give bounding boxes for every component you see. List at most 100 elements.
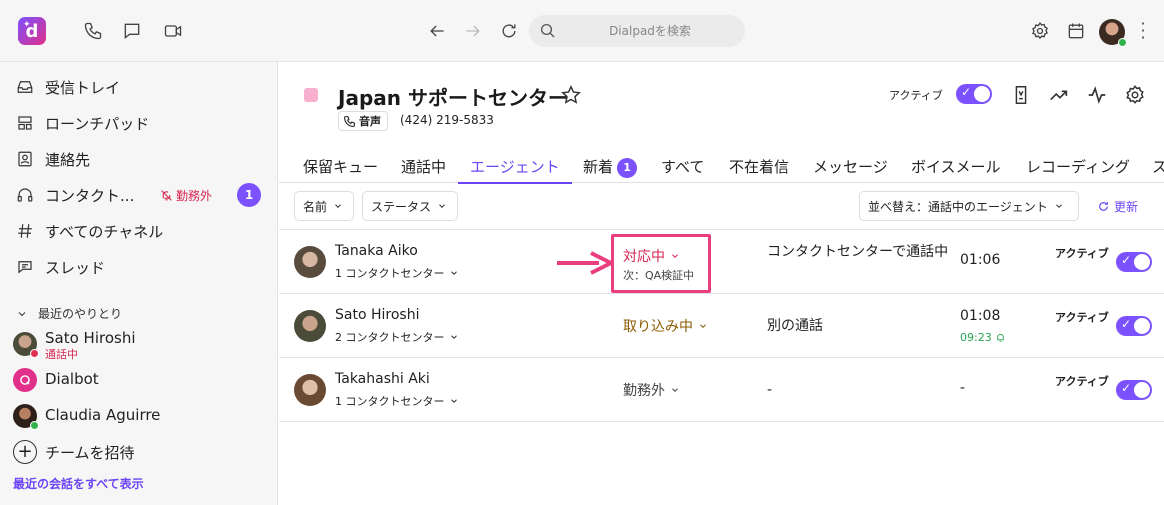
off-duty-status: 勤務外 [160,187,212,204]
call-duration: 01:06 [960,252,1001,268]
recent-contact-dialbot[interactable]: Dialbot [0,362,278,398]
tab-all[interactable]: すべて [661,156,704,183]
search-icon [540,23,555,38]
sidebar-item-threads[interactable]: スレッド [0,250,278,284]
active-label: アクティブ [889,89,943,102]
tab-bar: 保留キュー 通話中 エージェント 新着 1 すべて 不在着信 メッセージ ボイスメ… [279,150,1164,184]
active-toggle[interactable]: ✓ [956,84,992,104]
annotation-highlight-box [611,234,711,293]
sidebar: 受信トレイ ローンチパッド 連絡先 コンタクト... 勤務外 1 すべてのチャネ… [0,62,278,505]
user-avatar[interactable] [1099,19,1127,47]
sidebar-item-all-channels[interactable]: すべてのチャネル [0,214,278,248]
sidebar-item-launchpad[interactable]: ローンチパッド [0,106,278,140]
contacts-icon [16,150,34,168]
tab-on-call[interactable]: 通話中 [401,156,446,183]
status-filter-dropdown[interactable]: ステータス [362,191,458,221]
tab-missed[interactable]: 不在着信 [729,156,789,183]
voice-chip: 音声 [338,111,388,131]
main-panel: Japan サポートセンター 音声 (424) 219-5833 アクティブ ✓… [279,62,1164,505]
trending-up-icon[interactable] [1048,84,1070,106]
sort-dropdown[interactable]: 並べ替え：通話中のエージェント [859,191,1079,221]
phone-number: (424) 219-5833 [400,113,494,127]
tab-recordings[interactable]: レコーディング [1026,156,1130,183]
call-info: 別の通話 [767,318,823,334]
chevron-down-icon [672,388,678,392]
calendar-icon[interactable] [1066,21,1086,41]
contact-center-count-dropdown[interactable]: 1 コンタクトセンター [335,265,459,281]
recent-contact-claudia-aguirre[interactable]: Claudia Aguirre [0,398,278,434]
chevron-down-icon [335,204,341,208]
new-count-badge: 1 [617,157,638,178]
table-row[interactable]: Sato Hiroshi 2 コンタクトセンター 取り込み中 別の通話 01:0… [279,294,1164,358]
recent-contact-sato-hiroshi[interactable]: Sato Hiroshi 通話中 [0,326,278,362]
invite-team-button[interactable]: + チームを招待 [0,434,278,470]
avatar [294,374,326,406]
inbox-icon [16,78,34,96]
phone-icon[interactable] [83,21,103,41]
alarm-time: 09:23 [960,331,1006,344]
chevron-down-icon [450,335,457,339]
settings-gear-icon[interactable] [1124,84,1146,106]
sidebar-item-contact-center[interactable]: コンタクト... 勤務外 1 [0,178,278,212]
active-label: アクティブ [1055,247,1109,260]
search-bar[interactable] [529,15,745,47]
tab-new[interactable]: 新着 1 [583,156,638,183]
chevron-down-icon [450,271,457,275]
name-filter-dropdown[interactable]: 名前 [294,191,354,221]
reload-icon[interactable] [499,21,519,41]
agent-status-icon[interactable] [1010,84,1032,106]
hash-icon [16,222,34,240]
avatar [294,246,326,278]
plus-icon: + [13,440,37,464]
dialpad-logo[interactable]: ✦ d [18,17,46,45]
table-row[interactable]: Tanaka Aiko 1 コンタクトセンター 対応中 次：QA検証中 コンタク… [279,230,1164,294]
contact-center-count-dropdown[interactable]: 1 コンタクトセンター [335,393,459,409]
search-input[interactable] [565,21,735,41]
sidebar-item-contacts[interactable]: 連絡先 [0,142,278,176]
agent-active-toggle[interactable]: ✓ [1116,252,1152,272]
recent-section-header[interactable]: 最近のやりとり [16,305,122,322]
online-status-dot [1118,38,1127,47]
gear-icon[interactable] [1030,21,1050,41]
tab-messages[interactable]: メッセージ [813,156,888,183]
call-info: コンタクトセンターで通話中 [767,244,949,260]
online-status-dot [30,421,39,430]
video-icon[interactable] [163,21,183,41]
activity-icon[interactable] [1086,84,1108,106]
annotation-arrow [557,251,613,275]
show-all-recent-link[interactable]: 最近の会話をすべて表示 [13,475,144,492]
avatar [13,404,39,430]
more-options-icon[interactable]: · · · [1139,16,1147,46]
agent-status-dropdown[interactable]: 取り込み中 [623,316,708,336]
active-label: アクティブ [1055,375,1109,388]
agent-active-toggle[interactable]: ✓ [1116,316,1152,336]
agent-active-toggle[interactable]: ✓ [1116,380,1152,400]
back-arrow-icon[interactable] [427,21,447,41]
contact-center-count-badge: 1 [237,183,261,207]
tab-hold-queue[interactable]: 保留キュー [303,156,378,183]
chevron-down-icon [450,399,457,403]
chat-icon[interactable] [122,21,142,41]
tab-overflow[interactable]: ス [1152,156,1164,183]
tab-agents[interactable]: エージェント [458,156,572,184]
threads-icon [16,258,34,276]
call-duration: - [960,380,966,396]
table-row[interactable]: Takahashi Aki 1 コンタクトセンター 勤務外 - - アクティブ … [279,358,1164,422]
chevron-down-icon [700,324,706,328]
tab-voicemail[interactable]: ボイスメール [911,156,1001,183]
star-icon[interactable] [560,84,582,106]
contact-center-count-dropdown[interactable]: 2 コンタクトセンター [335,329,459,345]
forward-arrow-icon[interactable] [463,21,483,41]
chevron-down-icon [1055,204,1062,208]
headset-icon [16,186,34,204]
refresh-icon [1099,202,1108,211]
avatar [294,310,326,342]
chevron-down-icon [439,204,445,208]
bell-off-icon [161,189,172,201]
phone-icon [344,115,355,127]
sidebar-item-inbox[interactable]: 受信トレイ [0,70,278,104]
agent-status-dropdown[interactable]: 勤務外 [623,380,680,400]
call-duration: 01:08 [960,308,1001,324]
avatar [13,332,39,358]
refresh-button[interactable]: 更新 [1097,198,1138,215]
